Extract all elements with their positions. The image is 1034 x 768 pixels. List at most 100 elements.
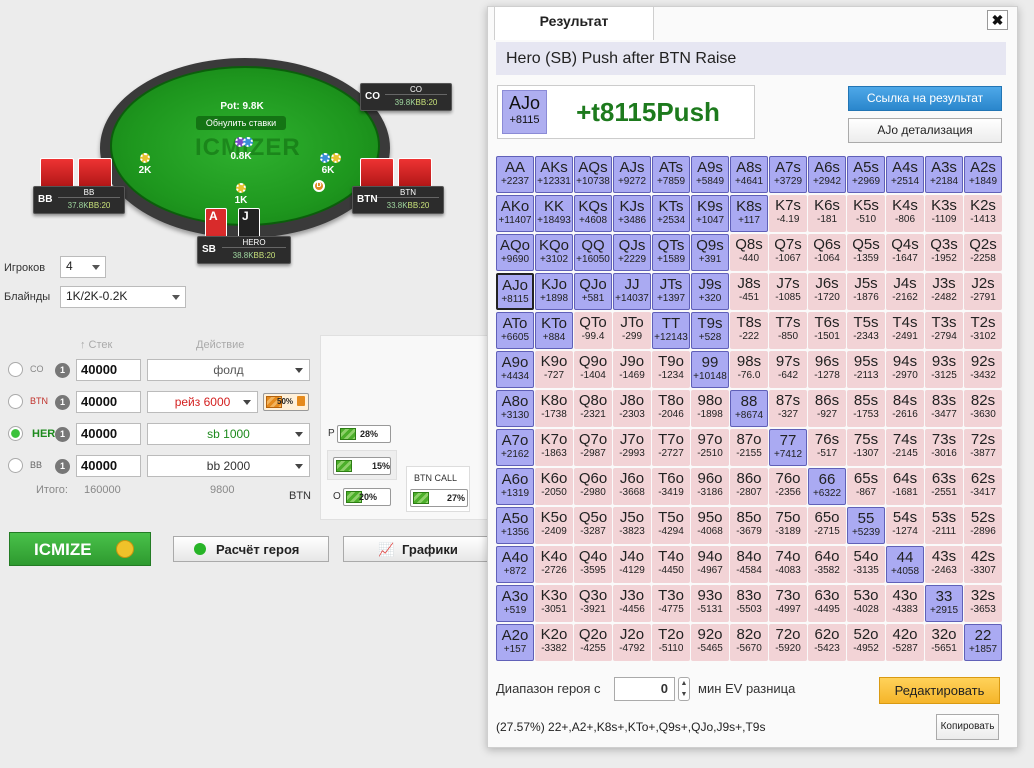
player-radio-hero[interactable] bbox=[8, 426, 23, 441]
hand-cell[interactable]: 32s -3653 bbox=[964, 585, 1002, 622]
hand-cell[interactable]: Q3o -3921 bbox=[574, 585, 612, 622]
hand-cell[interactable]: T3s -2794 bbox=[925, 312, 963, 349]
hand-cell[interactable]: J4s -2162 bbox=[886, 273, 924, 310]
hand-cell[interactable]: A3s +2184 bbox=[925, 156, 963, 193]
hand-cell[interactable]: J9s +320 bbox=[691, 273, 729, 310]
hand-cell[interactable]: Q3s -1952 bbox=[925, 234, 963, 271]
hand-cell[interactable]: K9o -727 bbox=[535, 351, 573, 388]
reset-bets-button[interactable]: Обнулить ставки bbox=[196, 116, 286, 130]
hand-cell[interactable]: 85o -3679 bbox=[730, 507, 768, 544]
hand-cell[interactable]: Q7s -1067 bbox=[769, 234, 807, 271]
hand-cell[interactable]: 94s -2970 bbox=[886, 351, 924, 388]
player-action-select-hero[interactable]: sb 1000 bbox=[147, 423, 310, 445]
hand-cell[interactable]: J5s -1876 bbox=[847, 273, 885, 310]
player-stack-input-co[interactable]: 40000 bbox=[76, 359, 141, 381]
hand-cell[interactable]: Q9o -1404 bbox=[574, 351, 612, 388]
hand-cell[interactable]: 84o -4584 bbox=[730, 546, 768, 583]
player-radio-bb[interactable] bbox=[8, 458, 23, 473]
hand-cell[interactable]: A4s +2514 bbox=[886, 156, 924, 193]
hand-cell[interactable]: 75o -3189 bbox=[769, 507, 807, 544]
hand-cell[interactable]: A4o +872 bbox=[496, 546, 534, 583]
hand-cell[interactable]: 82s -3630 bbox=[964, 390, 1002, 427]
hand-cell[interactable]: T7s -850 bbox=[769, 312, 807, 349]
hand-cell[interactable]: 65o -2715 bbox=[808, 507, 846, 544]
hand-cell[interactable]: A6o +1319 bbox=[496, 468, 534, 505]
hand-cell[interactable]: K7s -4.19 bbox=[769, 195, 807, 232]
hand-cell[interactable]: 84s -2616 bbox=[886, 390, 924, 427]
hand-cell[interactable]: 95s -2113 bbox=[847, 351, 885, 388]
hand-cell[interactable]: 73s -3016 bbox=[925, 429, 963, 466]
hand-cell[interactable]: 77 +7412 bbox=[769, 429, 807, 466]
hand-cell[interactable]: 44 +4058 bbox=[886, 546, 924, 583]
hand-cell[interactable]: 92o -5465 bbox=[691, 624, 729, 661]
hand-cell[interactable]: 96o -3186 bbox=[691, 468, 729, 505]
hand-cell[interactable]: AQo +9690 bbox=[496, 234, 534, 271]
hand-cell[interactable]: K8o -1738 bbox=[535, 390, 573, 427]
hand-cell[interactable]: 74o -4083 bbox=[769, 546, 807, 583]
hand-cell[interactable]: A8s +4641 bbox=[730, 156, 768, 193]
btn-lock-pct[interactable]: 50% bbox=[263, 393, 309, 411]
hand-cell[interactable]: T7o -2727 bbox=[652, 429, 690, 466]
hand-cell[interactable]: KTo +884 bbox=[535, 312, 573, 349]
hand-cell[interactable]: Q6o -2980 bbox=[574, 468, 612, 505]
hand-cell[interactable]: 97s -642 bbox=[769, 351, 807, 388]
hand-cell[interactable]: 93o -5131 bbox=[691, 585, 729, 622]
hand-cell[interactable]: T6o -3419 bbox=[652, 468, 690, 505]
player-radio-co[interactable] bbox=[8, 362, 23, 377]
hand-cell[interactable]: J2s -2791 bbox=[964, 273, 1002, 310]
hand-cell[interactable]: JJ +14037 bbox=[613, 273, 651, 310]
hand-cell[interactable]: Q8o -2321 bbox=[574, 390, 612, 427]
hand-cell[interactable]: 88 +8674 bbox=[730, 390, 768, 427]
result-link-button[interactable]: Ссылка на результат bbox=[848, 86, 1002, 111]
hand-cell[interactable]: A2s +1849 bbox=[964, 156, 1002, 193]
hand-cell[interactable]: AJo +8115 bbox=[496, 273, 534, 310]
hand-cell[interactable]: 72o -5920 bbox=[769, 624, 807, 661]
hand-cell[interactable]: KK +18493 bbox=[535, 195, 573, 232]
hand-cell[interactable]: 53s -2111 bbox=[925, 507, 963, 544]
hand-cell[interactable]: J6s -1720 bbox=[808, 273, 846, 310]
hand-cell[interactable]: 83o -5503 bbox=[730, 585, 768, 622]
hand-cell[interactable]: T8s -222 bbox=[730, 312, 768, 349]
hand-cell[interactable]: K5s -510 bbox=[847, 195, 885, 232]
range-o-pct[interactable]: 20% bbox=[343, 488, 391, 506]
hand-cell[interactable]: 62o -5423 bbox=[808, 624, 846, 661]
hand-cell[interactable]: 54s -1274 bbox=[886, 507, 924, 544]
spinner-down-icon[interactable]: ▼ bbox=[679, 689, 689, 700]
hand-cell[interactable]: K6s -181 bbox=[808, 195, 846, 232]
hand-cell[interactable]: T2o -5110 bbox=[652, 624, 690, 661]
hand-cell[interactable]: QQ +16050 bbox=[574, 234, 612, 271]
hero-calc-button[interactable]: Расчёт героя bbox=[173, 536, 329, 562]
hand-cell[interactable]: 96s -1278 bbox=[808, 351, 846, 388]
hand-cell[interactable]: J3o -4456 bbox=[613, 585, 651, 622]
hand-cell[interactable]: 42s -3307 bbox=[964, 546, 1002, 583]
hand-cell[interactable]: J8o -2303 bbox=[613, 390, 651, 427]
hand-cell[interactable]: 93s -3125 bbox=[925, 351, 963, 388]
hand-cell[interactable]: J7o -2993 bbox=[613, 429, 651, 466]
hand-cell[interactable]: QTs +1589 bbox=[652, 234, 690, 271]
min-ev-input[interactable]: 0 bbox=[614, 677, 675, 701]
hand-cell[interactable]: K9s +1047 bbox=[691, 195, 729, 232]
close-icon[interactable]: ✖ bbox=[987, 10, 1008, 30]
hand-cell[interactable]: KJs +3486 bbox=[613, 195, 651, 232]
seat-hero-sb[interactable]: SB HERO 38.8KBB:20 bbox=[197, 236, 291, 264]
hand-cell[interactable]: KJo +1898 bbox=[535, 273, 573, 310]
hand-cell[interactable]: J8s -451 bbox=[730, 273, 768, 310]
hand-cell[interactable]: K2s -1413 bbox=[964, 195, 1002, 232]
player-stack-input-bb[interactable]: 40000 bbox=[76, 455, 141, 477]
hand-cell[interactable]: 65s -867 bbox=[847, 468, 885, 505]
hand-cell[interactable]: Q9s +391 bbox=[691, 234, 729, 271]
hand-cell[interactable]: A2o +157 bbox=[496, 624, 534, 661]
hand-cell[interactable]: T5o -4294 bbox=[652, 507, 690, 544]
hand-cell[interactable]: A5s +2969 bbox=[847, 156, 885, 193]
hand-cell[interactable]: 52o -4952 bbox=[847, 624, 885, 661]
hand-cell[interactable]: T8o -2046 bbox=[652, 390, 690, 427]
hand-cell[interactable]: 62s -3417 bbox=[964, 468, 1002, 505]
hand-cell[interactable]: 87s -327 bbox=[769, 390, 807, 427]
hand-cell[interactable]: Q7o -2987 bbox=[574, 429, 612, 466]
hand-cell[interactable]: Q8s -440 bbox=[730, 234, 768, 271]
hand-cell[interactable]: Q5o -3287 bbox=[574, 507, 612, 544]
hand-cell[interactable]: 42o -5287 bbox=[886, 624, 924, 661]
hand-cell[interactable]: AKs +12331 bbox=[535, 156, 573, 193]
hand-cell[interactable]: K4o -2726 bbox=[535, 546, 573, 583]
hand-cell[interactable]: Q2s -2258 bbox=[964, 234, 1002, 271]
